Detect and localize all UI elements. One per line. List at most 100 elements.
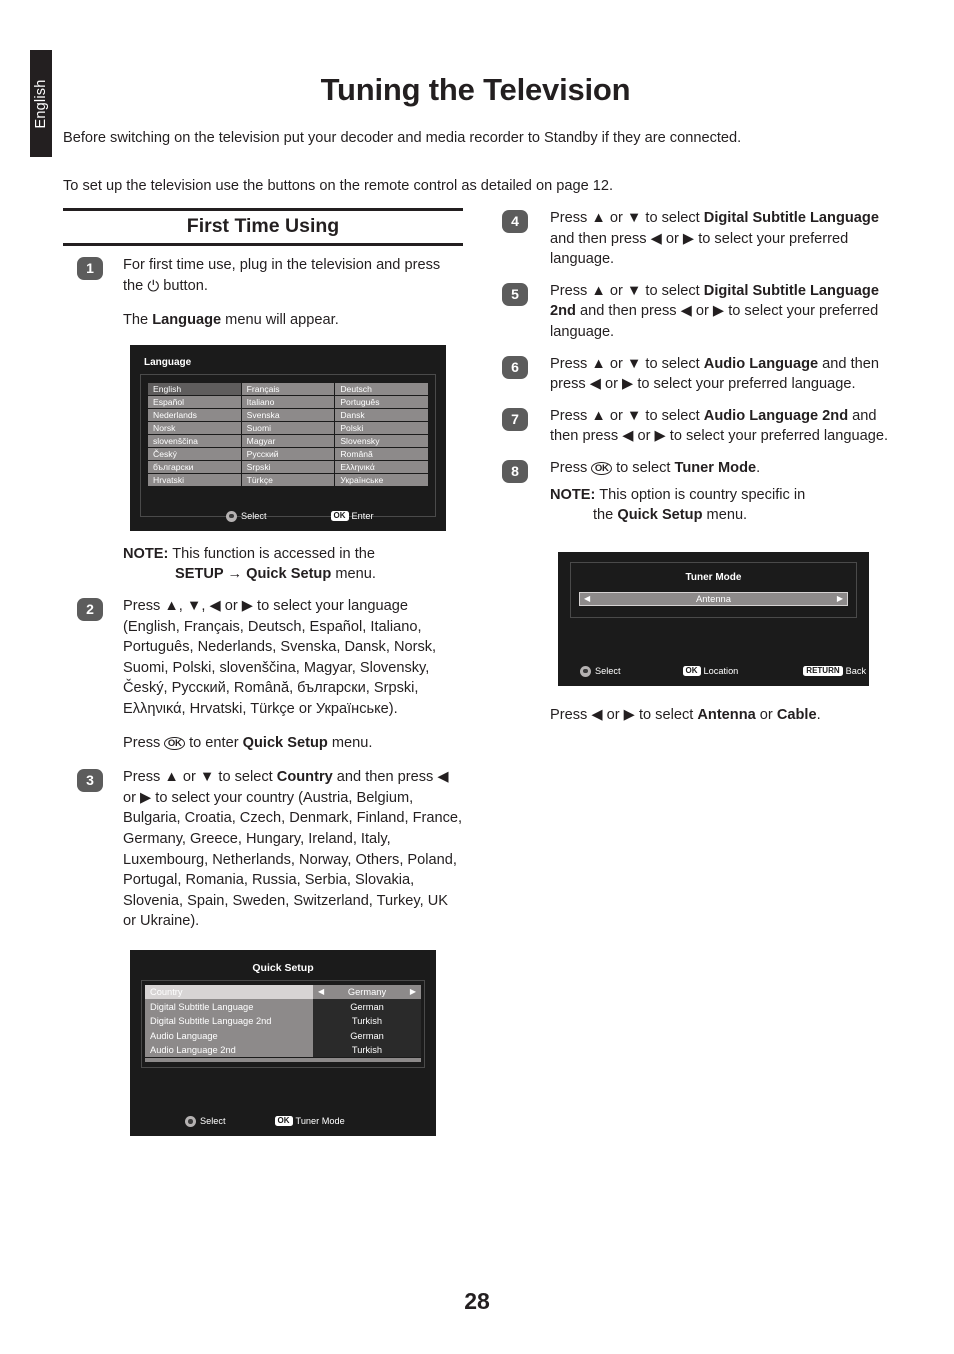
step-3-text-b: and then press ◀ or ▶ to select your cou… — [123, 769, 463, 930]
language-side-tab: English — [30, 50, 52, 157]
osd-language-cell[interactable]: Português — [335, 395, 428, 408]
step-7: 7 Press ▲ or ▼ to select Audio Language … — [490, 406, 890, 447]
osd-language-cell[interactable]: Nederlands — [148, 408, 241, 421]
osd-language-cell[interactable]: Hrvatski — [148, 473, 241, 486]
step-6: 6 Press ▲ or ▼ to select Audio Language … — [490, 354, 890, 395]
return-key-icon: RETURN — [803, 666, 843, 677]
osd-quick-setup-row-value-wrap[interactable]: Turkish — [313, 1042, 421, 1058]
step-8-text: Press OK to select Tuner Mode. — [550, 458, 890, 479]
osd-language-title: Language — [144, 356, 192, 368]
osd-language-cell[interactable]: Türkçe — [241, 473, 335, 486]
step-4-badge: 4 — [502, 210, 528, 233]
osd-tuner-hint-bar: Select OK Location RETURN Back — [558, 665, 869, 677]
osd-quick-setup-hint-select-label: Select — [200, 1116, 226, 1127]
osd-language-cell[interactable]: English — [148, 382, 241, 395]
osd-language-cell[interactable]: Deutsch — [335, 382, 428, 395]
osd-quick-setup-row-label: Country — [150, 987, 183, 998]
language-side-tab-label: English — [33, 79, 49, 128]
left-column: First Time Using 1 For first time use, p… — [63, 208, 463, 1136]
osd-tuner-hint-select-label: Select — [595, 666, 621, 677]
osd-quick-setup-row-label: Audio Language 2nd — [150, 1045, 236, 1056]
osd-quick-setup-row-value-wrap[interactable]: ◀ Germany ▶ — [313, 984, 421, 1000]
step-7-bold: Audio Language 2nd — [703, 407, 849, 424]
step-3: 3 Press ▲ or ▼ to select Country and the… — [63, 767, 463, 932]
osd-quick-setup-row[interactable]: Country ◀ Germany ▶ — [145, 984, 421, 1000]
osd-quick-setup-row-value-wrap[interactable]: Turkish — [313, 1013, 421, 1029]
osd-tuner-mode-menu: Tuner Mode ◀ Antenna ▶ Select OK Locatio… — [558, 551, 869, 686]
osd-language-cell[interactable]: Français — [241, 382, 335, 395]
osd-quick-setup-row[interactable]: Audio Language 2nd Turkish — [145, 1042, 421, 1058]
osd-quick-setup-row-value-wrap[interactable]: German — [313, 999, 421, 1014]
step-1-badge: 1 — [77, 257, 103, 280]
step-6-bold: Audio Language — [703, 355, 819, 372]
osd-language-cell[interactable]: български — [148, 460, 241, 473]
osd-language-cell[interactable]: Română — [335, 447, 428, 460]
osd-language-frame: English Français Deutsch Español Italian… — [140, 373, 436, 517]
osd-language-cell[interactable]: Magyar — [241, 434, 335, 447]
osd-quick-setup-hint-tuner: OK Tuner Mode — [274, 1116, 345, 1127]
osd-tuner-hint-location-label: Location — [703, 666, 739, 677]
step-4-text-a: Press ▲ or ▼ to select — [550, 210, 704, 226]
osd-language-grid: English Français Deutsch Español Italian… — [148, 382, 428, 486]
after-tuner-b: or — [755, 706, 777, 723]
osd-quick-setup-row[interactable]: Digital Subtitle Language German — [145, 999, 421, 1014]
osd-language-cell[interactable]: Українське — [335, 473, 428, 486]
arrow-left-icon[interactable]: ◀ — [318, 988, 324, 996]
osd-language-cell[interactable]: Srpski — [241, 460, 335, 473]
osd-language-cell[interactable]: Ελληνικά — [335, 460, 428, 473]
step-2: 2 Press ▲, ▼, ◀ or ▶ to select your lang… — [63, 596, 463, 753]
note-1-arrow: → — [223, 566, 247, 583]
osd-language-cell[interactable]: Polski — [335, 421, 428, 434]
after-tuner-a: Press ◀ or ▶ to select — [550, 706, 698, 723]
osd-language-cell[interactable]: Suomi — [241, 421, 335, 434]
osd-language-cell[interactable]: Slovensky — [335, 434, 428, 447]
note-1-body: NOTE: This function is accessed in the — [123, 544, 463, 565]
step-5-text: Press ▲ or ▼ to select Digital Subtitle … — [550, 281, 890, 343]
osd-language-cell[interactable]: Dansk — [335, 408, 428, 421]
osd-language-cell[interactable]: Český — [148, 447, 241, 460]
osd-tuner-hint-back-label: Back — [845, 666, 867, 677]
step-1-subtext: The Language menu will appear. — [123, 310, 463, 331]
osd-quick-setup-row[interactable]: Digital Subtitle Language 2nd Turkish — [145, 1013, 421, 1029]
step-2-subtext: Press OK to enter Quick Setup menu. — [123, 733, 463, 754]
step-5-text-b: and then press ◀ or ▶ to select your pre… — [550, 303, 879, 340]
osd-quick-setup-title: Quick Setup — [252, 961, 314, 974]
step-8-text-b: to select — [612, 459, 675, 476]
osd-tuner-hint-select: Select — [580, 665, 621, 677]
osd-language-cell[interactable]: Español — [148, 395, 241, 408]
note-2-body: NOTE: This option is country specific in — [550, 485, 890, 506]
step-7-badge: 7 — [502, 407, 528, 431]
note-1-continuation: SETUP → Quick Setup menu. — [123, 564, 463, 585]
osd-quick-setup-row-value-wrap[interactable]: German — [313, 1028, 421, 1043]
note-2-cont-b: menu. — [702, 507, 748, 524]
osd-tuner-value: Antenna — [696, 593, 731, 605]
osd-language-hint-select: Select — [226, 510, 267, 522]
osd-quick-setup-row-value: German — [350, 1001, 384, 1012]
step-3-text-a: Press ▲ or ▼ to select — [123, 769, 277, 786]
osd-quick-setup-row[interactable]: Audio Language German — [145, 1028, 421, 1043]
step-4: 4 Press ▲ or ▼ to select Digital Subtitl… — [490, 208, 890, 270]
osd-language-cell[interactable]: slovenščina — [148, 434, 241, 447]
osd-language-hint-enter: OK Enter — [330, 511, 374, 522]
step-3-text: Press ▲ or ▼ to select Country and then … — [123, 767, 463, 932]
osd-quick-setup-box: Country ◀ Germany ▶ Digital Subtitle Lan… — [141, 979, 425, 1069]
arrow-right-icon[interactable]: ▶ — [837, 594, 843, 603]
osd-language-cell[interactable]: Svenska — [241, 408, 335, 421]
step-2-sub-bold: Quick Setup — [242, 734, 328, 751]
osd-language-cell[interactable]: Italiano — [241, 395, 335, 408]
osd-tuner-hint-location: OK Location — [682, 666, 739, 677]
step-7-text: Press ▲ or ▼ to select Audio Language 2n… — [550, 406, 890, 447]
step-5: 5 Press ▲ or ▼ to select Digital Subtitl… — [490, 281, 890, 343]
step-1-text: For first time use, plug in the televisi… — [123, 255, 463, 297]
arrow-right-icon[interactable]: ▶ — [410, 988, 416, 996]
step-4-text: Press ▲ or ▼ to select Digital Subtitle … — [550, 208, 890, 270]
osd-quick-setup-row-value: German — [350, 1030, 384, 1041]
osd-language-cell[interactable]: Русский — [241, 447, 335, 460]
osd-tuner-value-row[interactable]: ◀ Antenna ▶ — [579, 591, 848, 606]
step-3-badge: 3 — [77, 769, 103, 793]
osd-language-cell[interactable]: Norsk — [148, 421, 241, 434]
section-header-first-time-using: First Time Using — [63, 208, 463, 246]
step-6-text: Press ▲ or ▼ to select Audio Language an… — [550, 354, 890, 395]
note-2-continuation: the Quick Setup menu. — [550, 505, 890, 526]
arrow-left-icon[interactable]: ◀ — [584, 594, 590, 603]
